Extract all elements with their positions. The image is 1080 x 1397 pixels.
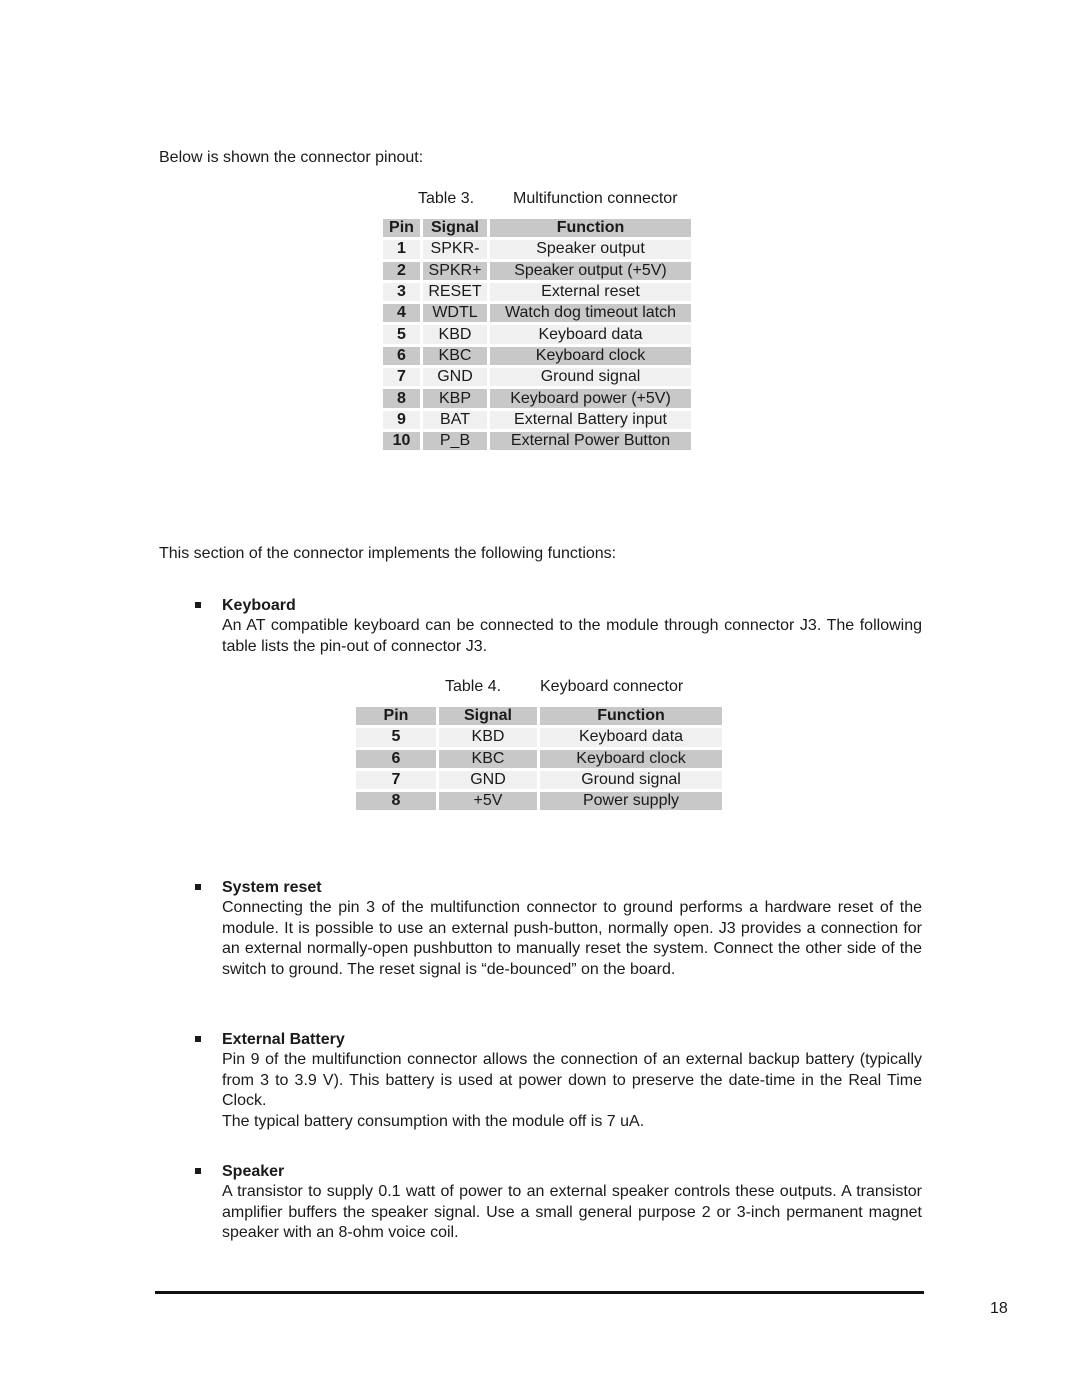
pin-cell: 9 [383, 410, 420, 429]
footer-rule [155, 1291, 924, 1294]
function-cell: Speaker output [490, 240, 691, 259]
function-cell: External Power Button [490, 431, 691, 451]
function-cell: Keyboard clock [490, 346, 691, 366]
function-cell: Ground signal [490, 368, 691, 387]
pin-cell: 5 [383, 325, 420, 344]
signal-cell: KBC [423, 346, 487, 366]
function-cell: Keyboard data [540, 728, 722, 747]
table3-number: Table 3. [418, 190, 475, 207]
function-cell: Keyboard power (+5V) [490, 389, 691, 408]
signal-cell: BAT [423, 410, 487, 429]
signal-cell: P_B [423, 431, 487, 451]
section-heading: Keyboard [222, 597, 296, 614]
table-row: 5 KBD Keyboard data [356, 728, 722, 747]
bullet-icon [195, 602, 201, 608]
function-cell: Keyboard clock [540, 749, 722, 768]
table-row: 4 WDTL Watch dog timeout latch [383, 304, 691, 323]
signal-cell: GND [439, 770, 537, 790]
table-row: 8 KBP Keyboard power (+5V) [383, 389, 691, 408]
pin-cell: 10 [383, 431, 420, 451]
keyboard-connector-table: Pin Signal Function 5 KBD Keyboard data 6 KB… [353, 704, 725, 813]
header-function: Function [540, 707, 722, 726]
table4-number: Table 4. [445, 678, 502, 695]
section-heading: External Battery [222, 1031, 345, 1048]
table-row: 3 RESET External reset [383, 282, 691, 302]
bullet-icon [195, 884, 201, 890]
pin-cell: 5 [356, 728, 436, 747]
header-function: Function [490, 219, 691, 238]
function-cell: External Battery input [490, 410, 691, 429]
table-row: 10 P_B External Power Button [383, 431, 691, 451]
table-row: 2 SPKR+ Speaker output (+5V) [383, 261, 691, 280]
signal-cell: GND [423, 368, 487, 387]
keyboard-section: Keyboard An AT compatible keyboard can b… [159, 596, 922, 657]
signal-cell: KBD [439, 728, 537, 747]
section-body: A transistor to supply 0.1 watt of power… [222, 1183, 922, 1242]
system-reset-section: System reset Connecting the pin 3 of the… [159, 878, 922, 980]
section-heading: System reset [222, 879, 322, 896]
signal-cell: SPKR+ [423, 261, 487, 280]
pin-cell: 8 [356, 792, 436, 811]
table-row: 9 BAT External Battery input [383, 410, 691, 429]
speaker-section: Speaker A transistor to supply 0.1 watt … [159, 1162, 922, 1244]
function-cell: Ground signal [540, 770, 722, 790]
pin-cell: 1 [383, 240, 420, 259]
page-number: 18 [990, 1300, 1008, 1317]
pin-cell: 2 [383, 261, 420, 280]
signal-cell: KBP [423, 389, 487, 408]
external-battery-section: External Battery Pin 9 of the multifunct… [159, 1030, 922, 1132]
pin-cell: 8 [383, 389, 420, 408]
header-signal: Signal [423, 219, 487, 238]
table-row: 5 KBD Keyboard data [383, 325, 691, 344]
pin-cell: 6 [356, 749, 436, 768]
function-cell: Keyboard data [490, 325, 691, 344]
function-cell: External reset [490, 282, 691, 302]
signal-cell: +5V [439, 792, 537, 811]
table-row: 1 SPKR- Speaker output [383, 240, 691, 259]
table3-caption: Table 3. Multifunction connector [418, 190, 678, 208]
pin-cell: 3 [383, 282, 420, 302]
header-pin: Pin [383, 219, 420, 238]
table-row: 7 GND Ground signal [383, 368, 691, 387]
signal-cell: KBC [439, 749, 537, 768]
pin-cell: 6 [383, 346, 420, 366]
function-cell: Speaker output (+5V) [490, 261, 691, 280]
table4-caption: Table 4. Keyboard connector [445, 678, 683, 696]
bullet-icon [195, 1036, 201, 1042]
signal-cell: KBD [423, 325, 487, 344]
function-cell: Power supply [540, 792, 722, 811]
section-body: Pin 9 of the multifunction connector all… [222, 1051, 922, 1110]
signal-cell: RESET [423, 282, 487, 302]
section-heading: Speaker [222, 1163, 285, 1180]
pin-cell: 7 [383, 368, 420, 387]
header-signal: Signal [439, 707, 537, 726]
section-body-note: The typical battery consumption with the… [222, 1112, 645, 1130]
table-row: 6 KBC Keyboard clock [383, 346, 691, 366]
table3-title: Multifunction connector [513, 190, 678, 207]
section-intro-text: This section of the connector implements… [159, 545, 617, 562]
signal-cell: WDTL [423, 304, 487, 323]
pin-cell: 7 [356, 770, 436, 790]
multifunction-connector-table: Pin Signal Function 1 SPKR- Speaker output… [380, 216, 694, 453]
table-row: 6 KBC Keyboard clock [356, 749, 722, 768]
table-header-row: Pin Signal Function [356, 707, 722, 726]
pin-cell: 4 [383, 304, 420, 323]
table-row: 8 +5V Power supply [356, 792, 722, 811]
signal-cell: SPKR- [423, 240, 487, 259]
table-header-row: Pin Signal Function [383, 219, 691, 238]
bullet-icon [195, 1168, 201, 1174]
table-row: 7 GND Ground signal [356, 770, 722, 790]
header-pin: Pin [356, 707, 436, 726]
section-body: Connecting the pin 3 of the multifunctio… [222, 899, 922, 978]
function-cell: Watch dog timeout latch [490, 304, 691, 323]
section-body: An AT compatible keyboard can be connect… [222, 617, 922, 655]
intro-text: Below is shown the connector pinout: [159, 149, 424, 166]
table4-title: Keyboard connector [540, 678, 684, 695]
